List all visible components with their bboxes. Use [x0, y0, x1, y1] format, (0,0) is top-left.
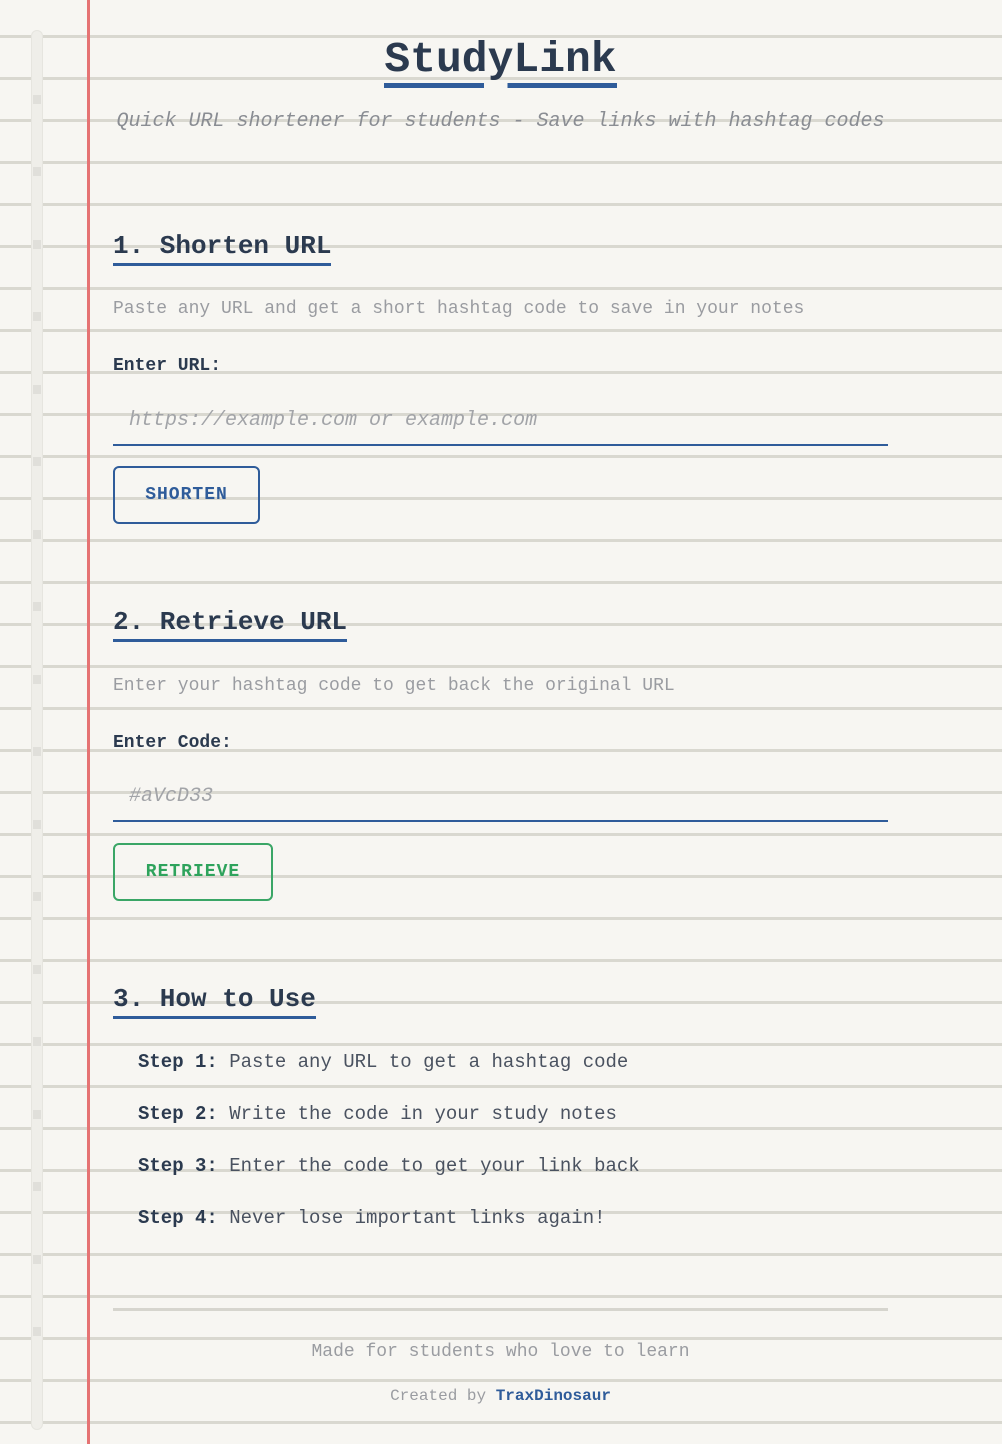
page-title: StudyLink — [384, 35, 617, 88]
shorten-description: Paste any URL and get a short hashtag co… — [113, 299, 805, 319]
url-label: Enter URL: — [113, 356, 222, 376]
author-link[interactable]: TraxDinosaur — [496, 1387, 611, 1405]
header: StudyLink — [113, 35, 888, 88]
step-label: Step 3: — [138, 1155, 218, 1177]
binding-hole — [33, 1037, 41, 1046]
binding-hole — [33, 167, 41, 176]
binding-hole — [33, 747, 41, 756]
binding-hole — [33, 385, 41, 394]
step-text: Paste any URL to get a hashtag code — [229, 1051, 629, 1073]
footer-divider — [113, 1308, 888, 1311]
footer-credit: Created by TraxDinosaur — [113, 1384, 888, 1408]
step-text: Enter the code to get your link back — [229, 1155, 640, 1177]
code-input[interactable] — [113, 772, 888, 822]
title-underline — [384, 83, 617, 88]
binding-hole — [33, 1255, 41, 1264]
how-to-heading: 3. How to Use — [113, 984, 316, 1019]
notebook-page: { "header": { "title": "StudyLink", "sub… — [0, 0, 1002, 1444]
list-item: Step 2: Write the code in your study not… — [138, 1099, 888, 1151]
binding-hole — [33, 675, 41, 684]
binding-hole — [33, 240, 41, 249]
step-label: Step 2: — [138, 1103, 218, 1125]
step-label: Step 1: — [138, 1051, 218, 1073]
footer-tagline: Made for students who love to learn — [311, 1342, 690, 1362]
binding-hole — [33, 602, 41, 611]
margin-line — [87, 0, 90, 1444]
step-label: Step 4: — [138, 1207, 218, 1229]
binding-hole — [33, 530, 41, 539]
binding-hole — [33, 1110, 41, 1119]
list-item: Step 4: Never lose important links again… — [138, 1203, 888, 1255]
list-item: Step 3: Enter the code to get your link … — [138, 1151, 888, 1203]
steps-list: Step 1: Paste any URL to get a hashtag c… — [138, 1047, 888, 1255]
retrieve-button[interactable]: RETRIEVE — [113, 843, 273, 901]
binding-hole — [33, 892, 41, 901]
list-item: Step 1: Paste any URL to get a hashtag c… — [138, 1047, 888, 1099]
step-text: Write the code in your study notes — [229, 1103, 617, 1125]
binding-hole — [33, 965, 41, 974]
binding-hole — [33, 457, 41, 466]
shorten-heading: 1. Shorten URL — [113, 231, 332, 266]
credit-prefix: Created by — [390, 1387, 487, 1405]
shorten-button[interactable]: SHORTEN — [113, 466, 260, 524]
binding-hole — [33, 95, 41, 104]
step-text: Never lose important links again! — [229, 1207, 606, 1229]
retrieve-description: Enter your hashtag code to get back the … — [113, 676, 675, 696]
code-label: Enter Code: — [113, 733, 232, 753]
binding-hole — [33, 1327, 41, 1336]
binding-hole — [33, 820, 41, 829]
page-subtitle: Quick URL shortener for students - Save … — [116, 110, 885, 133]
binding-hole — [33, 1182, 41, 1191]
page-title-text: StudyLink — [384, 35, 617, 84]
retrieve-heading: 2. Retrieve URL — [113, 607, 348, 642]
binding-hole — [33, 312, 41, 321]
url-input[interactable] — [113, 396, 888, 446]
